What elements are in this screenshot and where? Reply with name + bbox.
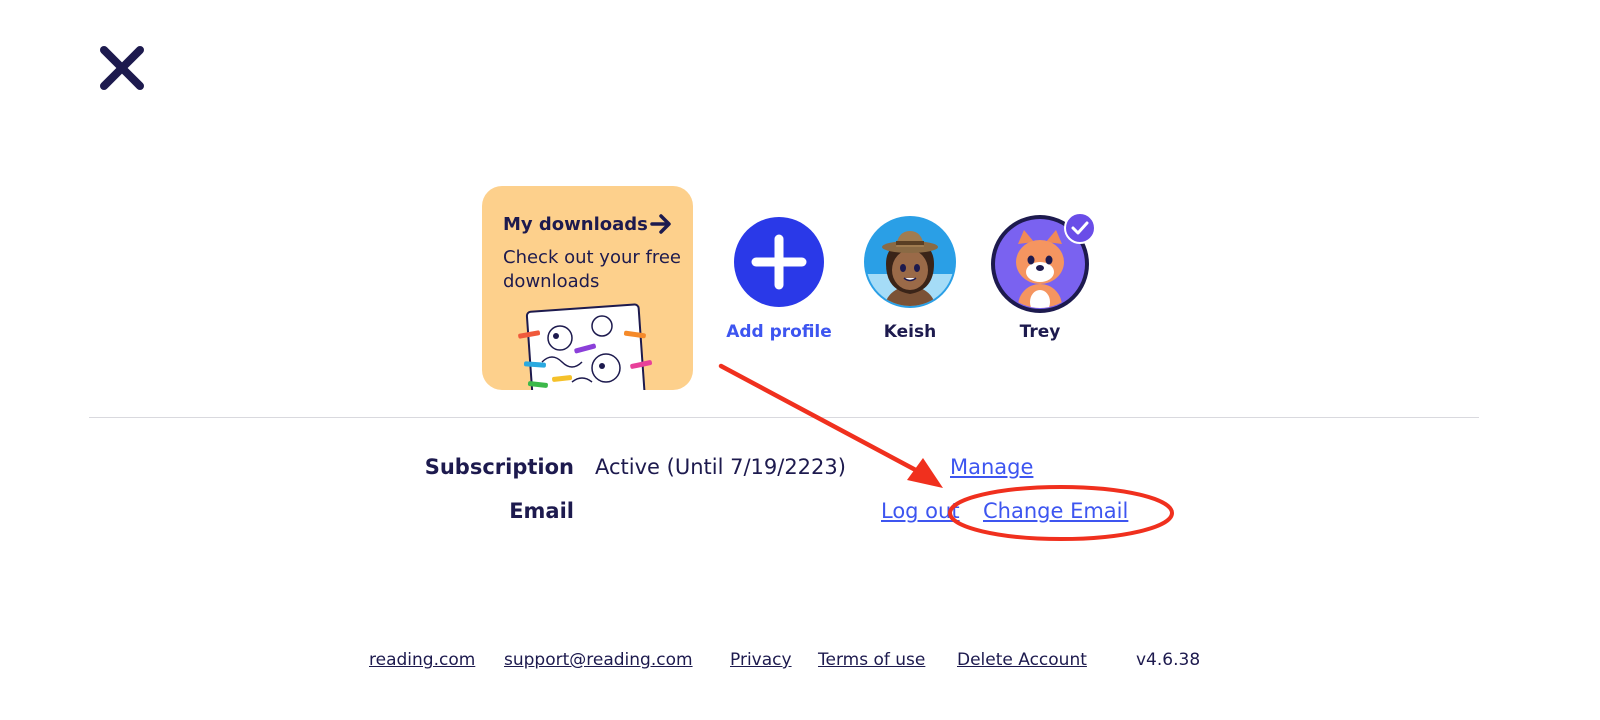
footer-link-privacy[interactable]: Privacy bbox=[730, 650, 792, 670]
avatar bbox=[990, 212, 1096, 314]
profile-label: Trey bbox=[1019, 322, 1061, 342]
downloads-subtitle: Check out your free downloads bbox=[503, 247, 681, 292]
my-downloads-card[interactable]: My downloads Check out your free downloa… bbox=[482, 186, 693, 390]
app-version: v4.6.38 bbox=[1136, 650, 1201, 670]
keish-avatar-icon bbox=[864, 216, 956, 308]
add-profile-button[interactable]: Add profile bbox=[719, 214, 839, 342]
plus-icon bbox=[734, 217, 824, 307]
email-label: Email bbox=[509, 499, 574, 523]
change-email-link[interactable]: Change Email bbox=[983, 499, 1128, 523]
add-profile-label: Add profile bbox=[726, 322, 832, 342]
footer-link-terms[interactable]: Terms of use bbox=[818, 650, 925, 670]
section-divider bbox=[89, 417, 1479, 418]
add-profile-avatar bbox=[731, 214, 827, 310]
arrow-right-icon bbox=[650, 214, 671, 234]
profile-label: Keish bbox=[883, 322, 937, 342]
close-icon bbox=[100, 46, 144, 90]
footer-link-delete-account[interactable]: Delete Account bbox=[957, 650, 1087, 670]
footer-link-reading[interactable]: reading.com bbox=[369, 650, 475, 670]
annotation-arrowhead bbox=[907, 458, 943, 488]
subscription-status: Active (Until 7/19/2223) bbox=[595, 455, 846, 479]
logout-link[interactable]: Log out bbox=[881, 499, 960, 523]
footer-link-support[interactable]: support@reading.com bbox=[504, 650, 693, 670]
coloring-sheet-illustration bbox=[518, 303, 653, 390]
downloads-title: My downloads bbox=[503, 214, 648, 235]
profile-trey[interactable]: Trey bbox=[980, 212, 1100, 342]
selected-check-icon bbox=[1064, 212, 1096, 244]
close-button[interactable] bbox=[96, 42, 148, 94]
avatar bbox=[862, 214, 958, 310]
profile-keish[interactable]: Keish bbox=[850, 214, 970, 342]
subscription-label: Subscription bbox=[424, 455, 574, 479]
account-page: My downloads Check out your free downloa… bbox=[0, 0, 1600, 720]
annotation-overlay bbox=[718, 363, 1174, 541]
manage-link[interactable]: Manage bbox=[950, 455, 1033, 479]
